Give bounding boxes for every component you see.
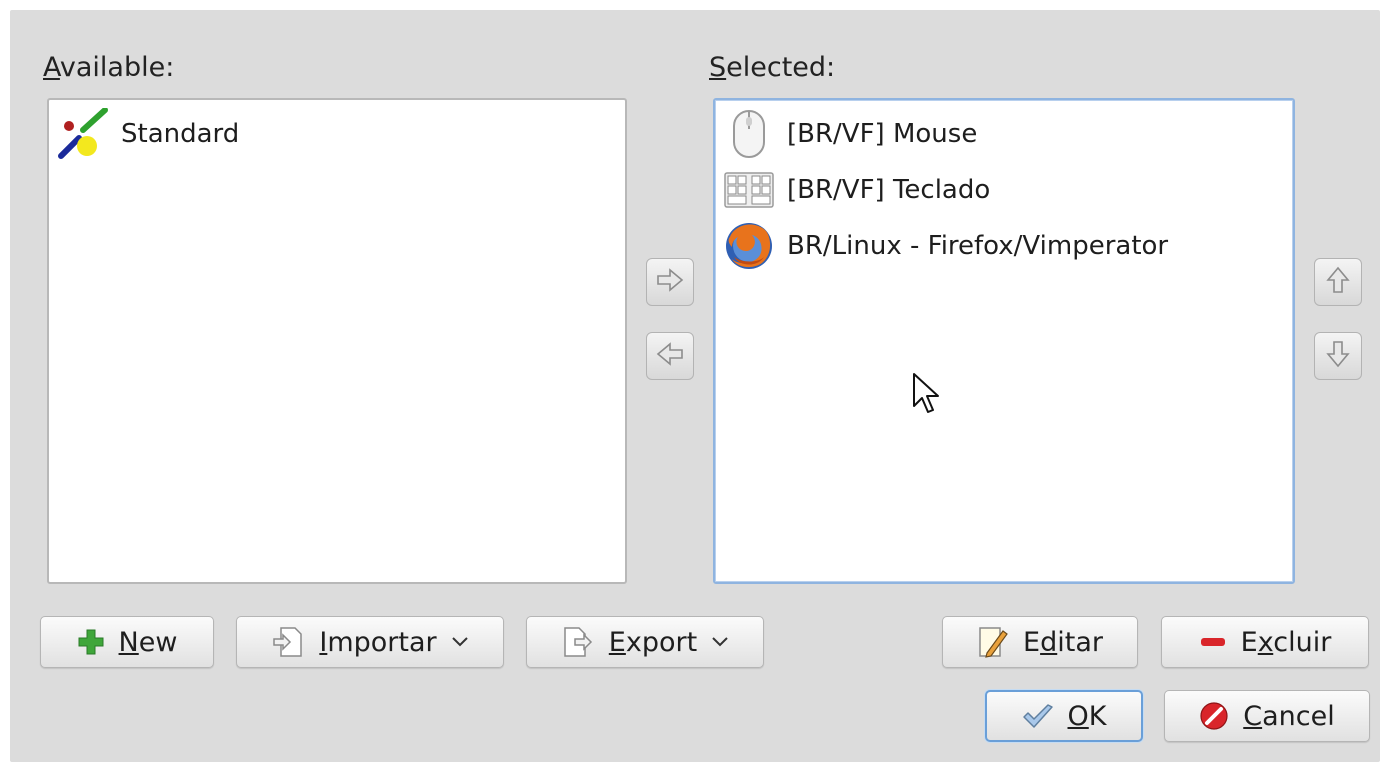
list-item-label: [BR/VF] Mouse xyxy=(787,119,978,149)
list-item[interactable]: [BR/VF] Mouse xyxy=(723,108,977,160)
remove-icon xyxy=(1199,636,1227,648)
available-label-text: vailable: xyxy=(59,52,175,83)
remove-button[interactable]: Excluir xyxy=(1161,616,1369,668)
move-down-button[interactable] xyxy=(1314,332,1362,380)
ok-button-label: OK xyxy=(1067,700,1107,732)
cancel-button-label: Cancel xyxy=(1243,700,1335,732)
selected-label-text: elected: xyxy=(726,52,836,83)
export-button[interactable]: Export xyxy=(526,616,764,668)
list-item[interactable]: BR/Linux - Firefox/Vimperator xyxy=(723,220,1168,272)
dialog: Available: Selected: Standard [BR/VF] Mo… xyxy=(10,10,1380,762)
cancel-icon xyxy=(1199,701,1229,731)
list-item[interactable]: Standard xyxy=(57,108,239,160)
arrow-right-icon xyxy=(656,268,684,296)
arrow-down-icon xyxy=(1326,340,1350,372)
add-to-selected-button[interactable] xyxy=(646,258,694,306)
move-up-button[interactable] xyxy=(1314,258,1362,306)
list-item[interactable]: [BR/VF] Teclado xyxy=(723,164,990,216)
mouse-cursor-icon xyxy=(912,372,942,422)
arrow-up-icon xyxy=(1326,266,1350,298)
remove-from-selected-button[interactable] xyxy=(646,332,694,380)
import-button-label: Importar xyxy=(319,626,437,658)
standard-scheme-icon xyxy=(57,108,109,160)
selected-list[interactable]: [BR/VF] Mouse [BR/VF] Teclado BR/Linux -… xyxy=(713,98,1295,584)
firefox-icon xyxy=(723,220,775,272)
available-label-mnemonic: A xyxy=(43,52,60,83)
export-button-label: Export xyxy=(608,626,698,658)
edit-button-label: Editar xyxy=(1023,626,1103,658)
mouse-icon xyxy=(723,108,775,160)
edit-icon xyxy=(977,625,1009,659)
remove-button-label: Excluir xyxy=(1240,626,1332,658)
import-icon xyxy=(271,625,305,659)
selected-label: Selected: xyxy=(709,52,835,83)
edit-button[interactable]: Editar xyxy=(942,616,1138,668)
selected-label-mnemonic: S xyxy=(709,52,727,83)
chevron-down-icon xyxy=(451,636,469,648)
import-button[interactable]: Importar xyxy=(236,616,504,668)
available-list[interactable]: Standard xyxy=(47,98,627,584)
new-button[interactable]: New xyxy=(40,616,214,668)
check-icon xyxy=(1022,703,1054,729)
list-item-label: [BR/VF] Teclado xyxy=(787,175,991,205)
cancel-button[interactable]: Cancel xyxy=(1164,690,1370,742)
export-icon xyxy=(561,625,595,659)
keyboard-icon xyxy=(723,164,775,216)
new-button-label: New xyxy=(118,626,178,658)
ok-button[interactable]: OK xyxy=(985,690,1143,742)
list-item-label: BR/Linux - Firefox/Vimperator xyxy=(787,231,1169,261)
available-label: Available: xyxy=(43,52,174,83)
plus-icon xyxy=(77,628,105,656)
list-item-label: Standard xyxy=(121,119,240,149)
chevron-down-icon xyxy=(711,636,729,648)
arrow-left-icon xyxy=(656,342,684,370)
